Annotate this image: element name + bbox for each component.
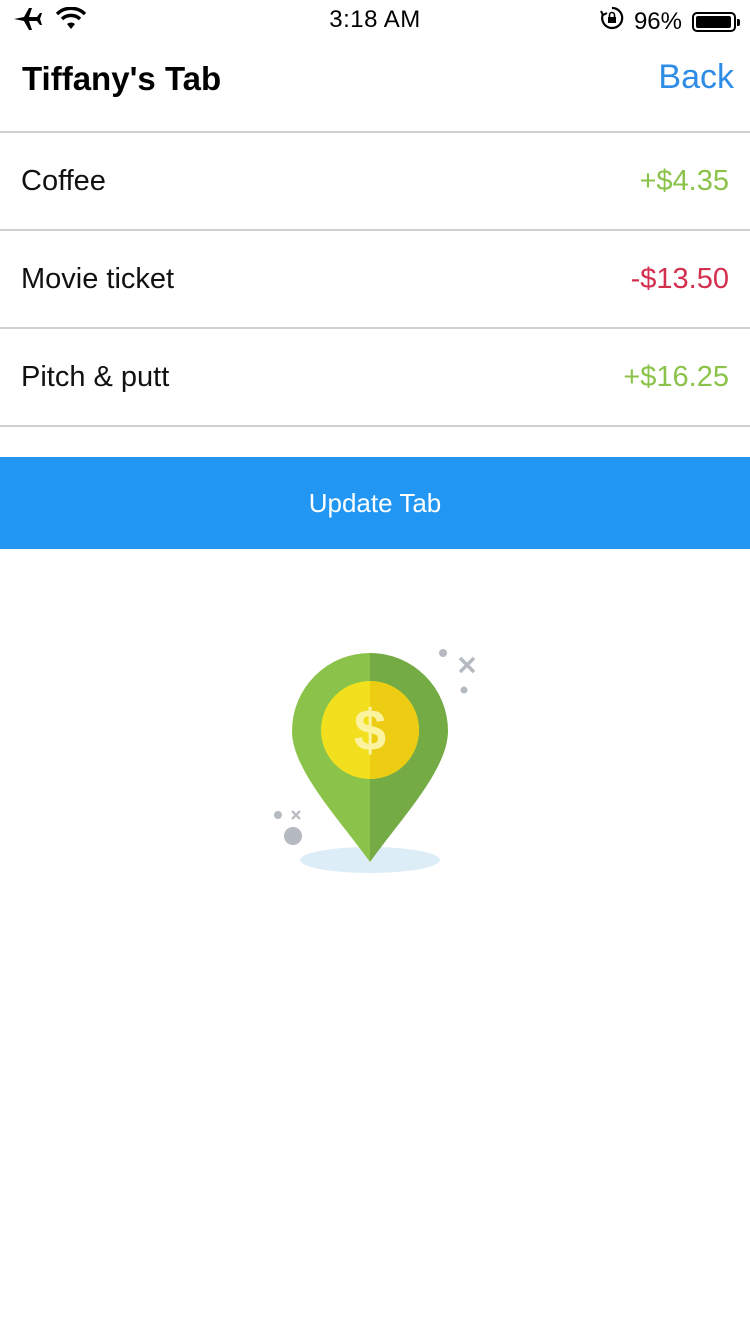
page-title: Tiffany's Tab <box>22 60 222 97</box>
battery-percent: 96% <box>633 7 682 35</box>
list-item-pitch-and-putt[interactable]: Pitch & putt +$16.25 <box>0 329 750 427</box>
dollar-symbol: $ <box>354 698 386 763</box>
item-label: Movie ticket <box>21 263 175 295</box>
item-amount: +$4.35 <box>639 165 729 197</box>
update-tab-button[interactable]: Update Tab <box>0 457 750 549</box>
battery-level-fill <box>696 15 731 28</box>
status-bar: 3:18 AM 96% <box>0 0 750 40</box>
list-item-coffee[interactable]: Coffee +$4.35 <box>0 133 750 231</box>
item-amount: +$16.25 <box>623 361 729 393</box>
orientation-lock-icon <box>600 6 624 37</box>
item-amount: -$13.50 <box>630 263 729 295</box>
item-label: Pitch & putt <box>21 361 170 393</box>
item-label: Coffee <box>21 165 106 197</box>
navigation-header: Tiffany's Tab Back <box>0 40 750 133</box>
battery-icon <box>692 11 740 32</box>
status-right: 96% <box>600 6 740 37</box>
tab-item-list: Coffee +$4.35 Movie ticket -$13.50 Pitch… <box>0 133 750 427</box>
list-item-movie-ticket[interactable]: Movie ticket -$13.50 <box>0 231 750 329</box>
back-button[interactable]: Back <box>658 58 734 97</box>
money-location-pin-icon: $ <box>260 640 500 890</box>
